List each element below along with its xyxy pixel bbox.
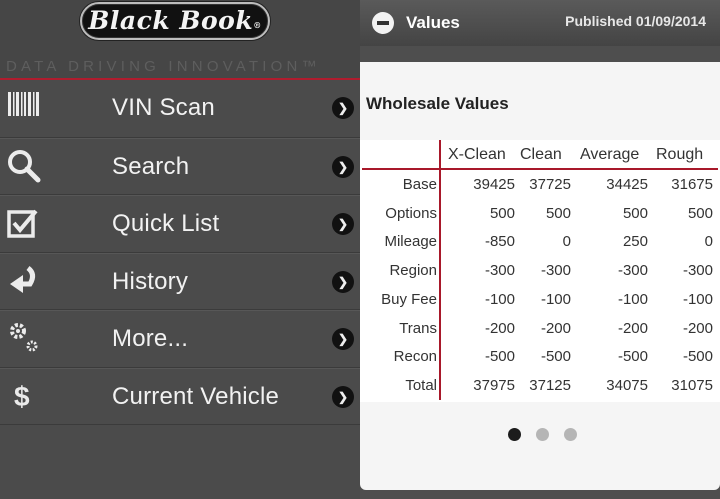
row-label: Recon <box>393 348 437 366</box>
page-dot[interactable] <box>508 428 521 441</box>
page-dot[interactable] <box>564 428 577 441</box>
chevron-right-icon: ❯ <box>332 270 354 293</box>
main-menu-panel: Black Book® DATA DRIVING INNOVATION™ VIN… <box>0 0 360 499</box>
menu-item-search[interactable]: Search ❯ <box>0 137 360 195</box>
row-label: Mileage <box>384 233 437 251</box>
table-cell: 500 <box>687 204 713 222</box>
chevron-right-icon: ❯ <box>332 97 354 119</box>
table-cell: 37725 <box>529 176 571 193</box>
column-header: Clean <box>520 146 562 163</box>
table-cell: 250 <box>622 233 648 251</box>
table-cell: -300 <box>682 262 713 280</box>
menu-label-history: History <box>112 267 189 295</box>
table-cell: -100 <box>540 290 571 308</box>
page-dot[interactable] <box>536 428 549 441</box>
table-cell: -850 <box>484 233 515 251</box>
collapse-icon[interactable] <box>372 12 394 34</box>
table-cell: -200 <box>484 319 515 337</box>
logo-text: Black Book <box>88 6 254 35</box>
table-cell: -300 <box>617 262 648 280</box>
table-cell: -200 <box>682 319 713 337</box>
table-cell: -300 <box>484 262 515 280</box>
wholesale-values-table: X-Clean Clean Average Rough Base 39425 37725 34… <box>360 140 720 402</box>
table-cell: 0 <box>562 233 571 251</box>
table-cell: 37125 <box>529 376 571 394</box>
chevron-right-icon: ❯ <box>332 213 354 235</box>
return-arrow-icon <box>6 264 46 300</box>
table-cell: -500 <box>682 348 713 366</box>
section-title: Wholesale Values <box>366 94 509 113</box>
row-label: Trans <box>399 319 437 337</box>
table-cell: 0 <box>704 233 713 251</box>
menu-item-history[interactable]: History ❯ <box>0 252 360 310</box>
table-cell: 37975 <box>473 376 515 394</box>
table-cell: 31075 <box>671 376 713 394</box>
app-root: Black Book® DATA DRIVING INNOVATION™ VIN… <box>0 0 720 499</box>
table-cell: -100 <box>617 290 648 308</box>
table-cell: 500 <box>489 204 515 222</box>
table-cell: 31675 <box>671 176 713 193</box>
table-cell: 34075 <box>606 376 648 394</box>
header-divider <box>362 168 718 170</box>
page-indicator[interactable] <box>508 428 578 442</box>
chevron-right-icon: ❯ <box>332 385 354 408</box>
checkbox-icon <box>6 206 46 242</box>
table-cell: 34425 <box>606 176 648 193</box>
table-cell: -500 <box>540 348 571 366</box>
menu-label-quick-list: Quick List <box>112 210 220 237</box>
gears-icon <box>6 321 46 357</box>
panel-title: Values <box>406 13 460 32</box>
table-cell: -200 <box>540 319 571 337</box>
row-label: Options <box>385 204 437 222</box>
values-panel: Values Published 01/09/2014 Wholesale Va… <box>360 0 720 499</box>
menu-item-current-vehicle[interactable]: $ Current Vehicle ❯ <box>0 367 360 425</box>
column-divider <box>439 140 441 400</box>
menu-label-current-vehicle: Current Vehicle <box>112 382 280 410</box>
row-label: Total <box>405 376 437 394</box>
menu-label-more: More... <box>112 325 189 352</box>
table-cell: 500 <box>545 204 571 222</box>
column-header: Average <box>580 146 640 163</box>
barcode-icon <box>6 90 46 126</box>
menu-list: VIN Scan ❯ Search ❯ Quick List ❯ History… <box>0 80 360 425</box>
row-label: Base <box>402 176 437 193</box>
logo-bar: Black Book® DATA DRIVING INNOVATION™ <box>0 0 360 78</box>
menu-label-vin-scan: VIN Scan <box>112 94 215 121</box>
column-header: X-Clean <box>448 146 506 163</box>
values-header: Values Published 01/09/2014 <box>360 0 720 46</box>
table-cell: -200 <box>617 319 648 337</box>
table-cell: -500 <box>617 348 648 366</box>
tagline: DATA DRIVING INNOVATION™ <box>6 58 321 75</box>
dollar-icon: $ <box>14 380 30 412</box>
table-cell: -100 <box>484 290 515 308</box>
row-label: Buy Fee <box>381 290 437 308</box>
published-date: Published 01/09/2014 <box>565 13 706 29</box>
menu-item-quick-list[interactable]: Quick List ❯ <box>0 195 360 253</box>
column-header: Rough <box>656 146 704 163</box>
table-cell: 500 <box>622 204 648 222</box>
table-cell: -300 <box>540 262 571 280</box>
search-icon <box>6 149 46 185</box>
table-cell: -500 <box>484 348 515 366</box>
chevron-right-icon: ❯ <box>332 328 354 350</box>
table-cell: -100 <box>682 290 713 308</box>
black-book-logo: Black Book® <box>80 2 270 40</box>
menu-item-more[interactable]: More... ❯ <box>0 310 360 368</box>
chevron-right-icon: ❯ <box>332 155 354 178</box>
row-label: Region <box>389 262 437 280</box>
values-card: Wholesale Values X-Clean Clean Average Roug… <box>360 62 720 490</box>
menu-label-search: Search <box>112 152 190 180</box>
menu-item-vin-scan[interactable]: VIN Scan ❯ <box>0 80 360 138</box>
table-cell: 39425 <box>473 176 515 193</box>
